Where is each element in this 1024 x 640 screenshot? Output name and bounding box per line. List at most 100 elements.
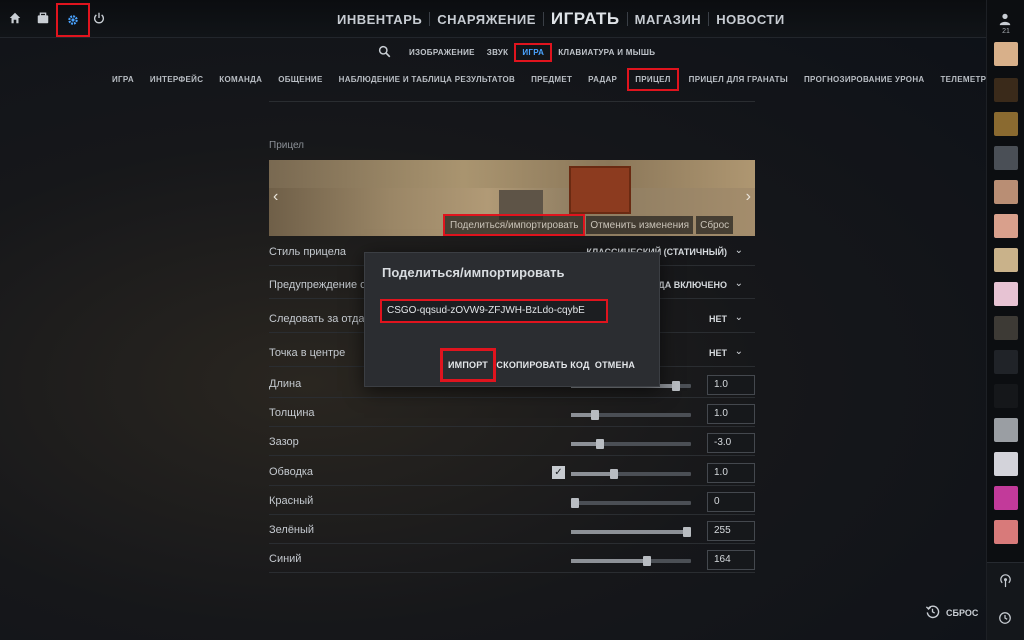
subnav-video[interactable]: ИЗОБРАЖЕНИЕ bbox=[403, 48, 481, 57]
red-input[interactable]: 0 bbox=[707, 492, 755, 512]
avatar[interactable] bbox=[994, 452, 1018, 476]
avatar[interactable] bbox=[994, 384, 1018, 408]
copy-code-button[interactable]: СКОПИРОВАТЬ КОД bbox=[496, 351, 589, 379]
subnav-game[interactable]: ИГРА bbox=[514, 42, 553, 62]
avatar[interactable] bbox=[994, 418, 1018, 442]
friends-icon[interactable] bbox=[998, 12, 1014, 28]
gap-slider[interactable] bbox=[571, 439, 691, 449]
subnav-audio[interactable]: ЗВУК bbox=[481, 48, 515, 57]
divider bbox=[269, 101, 755, 102]
section-title: Прицел bbox=[269, 140, 305, 151]
tab-crosshair[interactable]: ПРИЦЕЛ bbox=[627, 67, 679, 91]
red-slider[interactable] bbox=[571, 498, 691, 508]
share-import-button[interactable]: Поделиться/импортировать bbox=[442, 214, 586, 236]
avatar[interactable] bbox=[994, 316, 1018, 340]
settings-gear-icon[interactable] bbox=[56, 3, 90, 37]
reset-preview-button[interactable]: Сброс bbox=[696, 216, 734, 234]
preview-prev-arrow-icon[interactable]: ‹ bbox=[273, 188, 278, 206]
avatar[interactable] bbox=[994, 180, 1018, 204]
share-import-dialog: Поделиться/импортировать CSGO-qqsud-zOVW… bbox=[364, 252, 660, 387]
setting-row-blue: Синий 164 bbox=[269, 547, 755, 573]
chevron-down-icon[interactable]: ⌄ bbox=[735, 278, 743, 289]
top-bar: ИНВЕНТАРЬ СНАРЯЖЕНИЕ ИГРАТЬ МАГАЗИН НОВО… bbox=[0, 0, 1024, 38]
green-input[interactable]: 255 bbox=[707, 521, 755, 541]
blue-input[interactable]: 164 bbox=[707, 550, 755, 570]
setting-label: Красный bbox=[269, 495, 314, 507]
green-slider[interactable] bbox=[571, 527, 691, 537]
avatar[interactable] bbox=[994, 350, 1018, 374]
avatar[interactable] bbox=[994, 214, 1018, 238]
undo-changes-button[interactable]: Отменить изменения bbox=[586, 216, 694, 234]
avatar[interactable] bbox=[994, 486, 1018, 510]
setting-label: Обводка bbox=[269, 466, 314, 478]
subnav-keyboard-mouse[interactable]: КЛАВИАТУРА И МЫШЬ bbox=[552, 48, 661, 57]
dialog-title: Поделиться/импортировать bbox=[382, 265, 565, 280]
chevron-down-icon[interactable]: ⌄ bbox=[735, 245, 743, 256]
setting-label: Зазор bbox=[269, 436, 299, 448]
history-icon[interactable] bbox=[998, 611, 1014, 627]
avatar[interactable] bbox=[994, 78, 1018, 102]
broadcast-icon[interactable] bbox=[998, 573, 1014, 589]
gap-input[interactable]: -3.0 bbox=[707, 433, 755, 453]
import-button[interactable]: ИМПОРТ bbox=[440, 348, 496, 382]
tab-spectator-scoreboard[interactable]: НАБЛЮДЕНИЕ И ТАБЛИЦА РЕЗУЛЬТАТОВ bbox=[331, 75, 523, 84]
setting-row-outline: Обводка ✓ 1.0 bbox=[269, 460, 755, 486]
thickness-slider[interactable] bbox=[571, 410, 691, 420]
crosshair-code-input[interactable]: CSGO-qqsud-zOVW9-ZFJWH-BzLdo-cqybE bbox=[380, 299, 608, 323]
avatar[interactable] bbox=[994, 248, 1018, 272]
avatar[interactable] bbox=[994, 520, 1018, 544]
tab-interface[interactable]: ИНТЕРФЕЙС bbox=[142, 75, 211, 84]
avatar[interactable] bbox=[994, 146, 1018, 170]
tab-grenade-crosshair[interactable]: ПРИЦЕЛ ДЛЯ ГРАНАТЫ bbox=[681, 75, 796, 84]
friends-count: 21 bbox=[1002, 28, 1010, 35]
reset-label: СБРОС bbox=[946, 607, 979, 618]
nav-loadout[interactable]: СНАРЯЖЕНИЕ bbox=[430, 12, 543, 27]
power-icon[interactable] bbox=[90, 9, 108, 27]
nav-play[interactable]: ИГРАТЬ bbox=[544, 9, 627, 29]
setting-row-thickness: Толщина 1.0 bbox=[269, 401, 755, 427]
preview-background bbox=[269, 160, 755, 188]
blue-slider[interactable] bbox=[571, 556, 691, 566]
main-nav: ИНВЕНТАРЬ СНАРЯЖЕНИЕ ИГРАТЬ МАГАЗИН НОВО… bbox=[330, 0, 792, 38]
nav-store[interactable]: МАГАЗИН bbox=[628, 12, 709, 27]
setting-value: НЕТ bbox=[709, 314, 727, 324]
setting-label: Стиль прицела bbox=[269, 246, 347, 258]
tab-game[interactable]: ИГРА bbox=[104, 75, 142, 84]
length-input[interactable]: 1.0 bbox=[707, 375, 755, 395]
home-icon[interactable] bbox=[6, 9, 24, 27]
search-icon[interactable] bbox=[378, 45, 392, 59]
outline-checkbox[interactable]: ✓ bbox=[552, 466, 565, 479]
reset-history-icon bbox=[925, 604, 940, 621]
reset-all-button[interactable]: СБРОС bbox=[925, 604, 978, 621]
preview-background bbox=[569, 166, 631, 214]
chevron-down-icon[interactable]: ⌄ bbox=[735, 346, 743, 357]
game-settings-tabs: ИГРА ИНТЕРФЕЙС КОМАНДА ОБЩЕНИЕ НАБЛЮДЕНИ… bbox=[104, 67, 1006, 91]
preview-actions: Поделиться/импортировать Отменить измене… bbox=[442, 214, 734, 236]
chevron-down-icon[interactable]: ⌄ bbox=[735, 312, 743, 323]
thickness-input[interactable]: 1.0 bbox=[707, 404, 755, 424]
tab-damage-prediction[interactable]: ПРОГНОЗИРОВАНИЕ УРОНА bbox=[796, 75, 932, 84]
tab-radar[interactable]: РАДАР bbox=[580, 75, 625, 84]
setting-label: Зелёный bbox=[269, 524, 315, 536]
tab-item[interactable]: ПРЕДМЕТ bbox=[523, 75, 580, 84]
preview-next-arrow-icon[interactable]: › bbox=[746, 188, 751, 206]
tab-team[interactable]: КОМАНДА bbox=[211, 75, 270, 84]
setting-label: Длина bbox=[269, 378, 302, 390]
avatar[interactable] bbox=[994, 282, 1018, 306]
avatar[interactable] bbox=[994, 42, 1018, 66]
setting-label: Точка в центре bbox=[269, 347, 346, 359]
cancel-button[interactable]: ОТМЕНА bbox=[593, 351, 637, 379]
outline-slider[interactable] bbox=[571, 469, 691, 479]
tab-communication[interactable]: ОБЩЕНИЕ bbox=[270, 75, 330, 84]
setting-row-gap: Зазор -3.0 bbox=[269, 430, 755, 456]
avatar[interactable] bbox=[994, 112, 1018, 136]
outline-input[interactable]: 1.0 bbox=[707, 463, 755, 483]
nav-news[interactable]: НОВОСТИ bbox=[709, 12, 792, 27]
nav-inventory[interactable]: ИНВЕНТАРЬ bbox=[330, 12, 429, 27]
friends-sidebar: 21 bbox=[986, 0, 1024, 640]
setting-label: Предупреждение о... bbox=[269, 279, 376, 291]
inventory-bag-icon[interactable] bbox=[34, 9, 52, 27]
setting-row-green: Зелёный 255 bbox=[269, 518, 755, 544]
setting-label: Толщина bbox=[269, 407, 315, 419]
setting-row-red: Красный 0 bbox=[269, 489, 755, 515]
